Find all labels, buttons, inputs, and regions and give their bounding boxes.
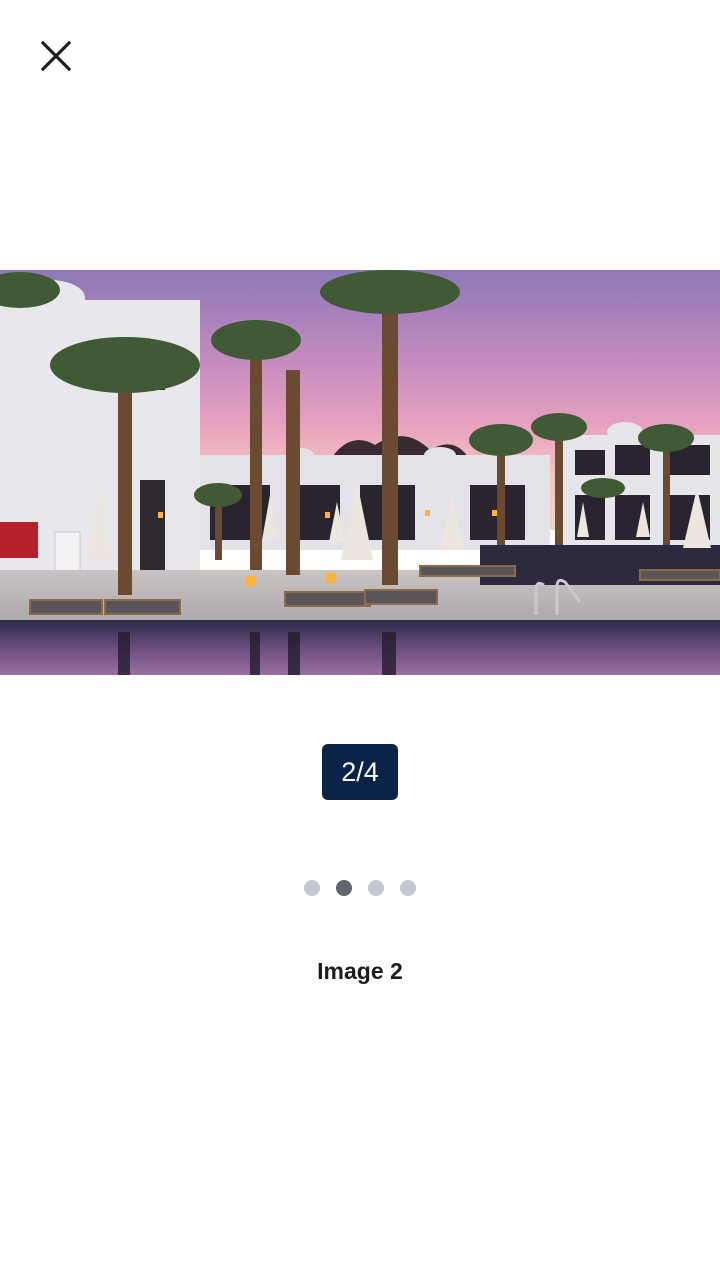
pagination-dot-1[interactable] (304, 880, 320, 896)
gallery-image[interactable] (0, 270, 720, 675)
image-caption: Image 2 (317, 958, 403, 984)
image-counter-badge: 2/4 (322, 744, 398, 800)
pagination-dot-4[interactable] (400, 880, 416, 896)
pagination-dots (0, 880, 720, 896)
resort-pool-photo (0, 270, 720, 675)
close-icon (40, 40, 72, 72)
close-button[interactable] (36, 36, 76, 76)
pagination-dot-2[interactable] (336, 880, 352, 896)
pagination-dot-3[interactable] (368, 880, 384, 896)
